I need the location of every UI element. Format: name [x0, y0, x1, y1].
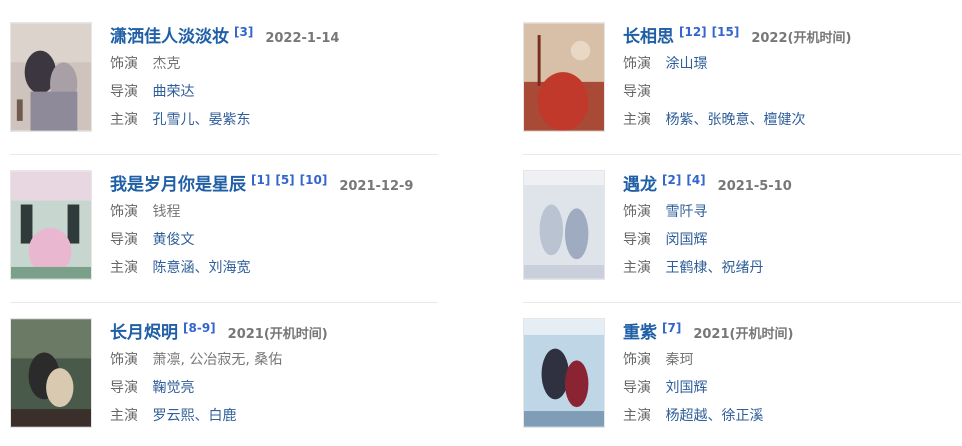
work-title[interactable]: 遇龙 [623, 170, 657, 195]
director-row: 导演 黄俊文 [110, 226, 450, 254]
director-label: 导演 [110, 232, 138, 248]
filmography-grid: 潇洒佳人淡淡妆 [3] 2022-1-14 饰演 杰克 导演 曲荣达 主演 孔雪… [0, 0, 962, 446]
director-label: 导演 [110, 380, 138, 396]
star-row: 主演 王鹤棣、祝绪丹 [623, 254, 962, 282]
citation-link[interactable]: [10] [300, 173, 328, 187]
poster-art [524, 171, 604, 279]
star-label: 主演 [623, 112, 651, 128]
divider [10, 302, 438, 303]
divider [10, 154, 438, 155]
poster-image[interactable] [10, 170, 92, 280]
director-row: 导演 刘国辉 [623, 374, 962, 402]
poster-image[interactable] [523, 318, 605, 428]
work-title[interactable]: 我是岁月你是星辰 [110, 170, 246, 195]
citation-link[interactable]: [1] [251, 173, 270, 187]
poster-art [524, 23, 604, 131]
role-value[interactable]: 涂山璟 [665, 56, 707, 72]
star-row: 主演 陈意涵、刘海宽 [110, 254, 450, 282]
director-value[interactable]: 刘国辉 [665, 380, 707, 396]
role-row: 饰演 钱程 [110, 198, 450, 226]
role-value: 钱程 [152, 204, 181, 220]
role-label: 饰演 [623, 56, 651, 72]
poster-art [11, 319, 91, 427]
poster-image[interactable] [523, 170, 605, 280]
director-row: 导演 鞠觉亮 [110, 374, 450, 402]
star-row: 主演 罗云熙、白鹿 [110, 402, 450, 430]
work-item: 遇龙 [2] [4] 2021-5-10 饰演 雪阡寻 导演 闵国辉 主演 王鹤… [523, 170, 962, 286]
director-value[interactable]: 黄俊文 [152, 232, 194, 248]
release-date: 2021(开机时间) [693, 327, 794, 342]
citation-link[interactable]: [12] [679, 25, 707, 39]
work-item: 长相思 [12] [15] 2022(开机时间) 饰演 涂山璟 导演 主演 杨紫… [523, 22, 962, 138]
work-title[interactable]: 重紫 [623, 318, 657, 343]
director-value[interactable]: 曲荣达 [152, 84, 194, 100]
star-value[interactable]: 杨紫、张晚意、檀健次 [665, 112, 805, 128]
work-item: 潇洒佳人淡淡妆 [3] 2022-1-14 饰演 杰克 导演 曲荣达 主演 孔雪… [10, 22, 450, 138]
director-label: 导演 [623, 232, 651, 248]
work-title[interactable]: 长相思 [623, 22, 674, 47]
director-row: 导演 [623, 78, 962, 106]
role-value[interactable]: 雪阡寻 [665, 204, 707, 220]
star-value[interactable]: 陈意涵、刘海宽 [152, 260, 250, 276]
citation-link[interactable]: [15] [712, 25, 740, 39]
star-row: 主演 杨超越、徐正溪 [623, 402, 962, 430]
citation-link[interactable]: [7] [662, 321, 681, 335]
release-date: 2022(开机时间) [751, 31, 852, 46]
release-date: 2021-12-9 [339, 179, 414, 194]
star-row: 主演 杨紫、张晚意、檀健次 [623, 106, 962, 134]
poster-image[interactable] [10, 22, 92, 132]
poster-image[interactable] [523, 22, 605, 132]
role-label: 饰演 [110, 56, 138, 72]
role-row: 饰演 萧凛, 公冶寂无, 桑佑 [110, 346, 450, 374]
poster-art [11, 171, 91, 279]
role-value: 萧凛, 公冶寂无, 桑佑 [152, 352, 283, 368]
poster-image[interactable] [10, 318, 92, 428]
release-date: 2022-1-14 [265, 31, 340, 46]
divider [523, 302, 961, 303]
work-title[interactable]: 长月烬明 [110, 318, 178, 343]
role-row: 饰演 雪阡寻 [623, 198, 962, 226]
work-title[interactable]: 潇洒佳人淡淡妆 [110, 22, 229, 47]
release-date: 2021(开机时间) [227, 327, 328, 342]
release-date: 2021-5-10 [717, 179, 792, 194]
work-item: 长月烬明 [8-9] 2021(开机时间) 饰演 萧凛, 公冶寂无, 桑佑 导演… [10, 318, 450, 434]
director-row: 导演 闵国辉 [623, 226, 962, 254]
star-value[interactable]: 罗云熙、白鹿 [152, 408, 236, 424]
star-label: 主演 [110, 112, 138, 128]
citation-link[interactable]: [5] [275, 173, 294, 187]
star-value[interactable]: 杨超越、徐正溪 [665, 408, 763, 424]
poster-art [11, 23, 91, 131]
star-value[interactable]: 王鹤棣、祝绪丹 [665, 260, 763, 276]
work-item: 我是岁月你是星辰 [1] [5] [10] 2021-12-9 饰演 钱程 导演… [10, 170, 450, 286]
role-row: 饰演 涂山璟 [623, 50, 962, 78]
role-value: 秦珂 [665, 352, 694, 368]
role-row: 饰演 杰克 [110, 50, 450, 78]
role-label: 饰演 [623, 352, 651, 368]
role-row: 饰演 秦珂 [623, 346, 962, 374]
role-label: 饰演 [623, 204, 651, 220]
star-label: 主演 [623, 408, 651, 424]
star-row: 主演 孔雪儿、晏紫东 [110, 106, 450, 134]
citation-link[interactable]: [2] [662, 173, 681, 187]
star-label: 主演 [110, 408, 138, 424]
director-label: 导演 [623, 84, 651, 100]
director-value[interactable]: 鞠觉亮 [152, 380, 194, 396]
poster-art [524, 319, 604, 427]
divider [523, 154, 961, 155]
citation-link[interactable]: [8-9] [183, 321, 216, 335]
director-label: 导演 [110, 84, 138, 100]
director-label: 导演 [623, 380, 651, 396]
star-value[interactable]: 孔雪儿、晏紫东 [152, 112, 250, 128]
director-row: 导演 曲荣达 [110, 78, 450, 106]
star-label: 主演 [623, 260, 651, 276]
role-label: 饰演 [110, 204, 138, 220]
citation-link[interactable]: [3] [234, 25, 253, 39]
work-item: 重紫 [7] 2021(开机时间) 饰演 秦珂 导演 刘国辉 主演 杨超越、徐正… [523, 318, 962, 434]
star-label: 主演 [110, 260, 138, 276]
role-value: 杰克 [152, 56, 181, 72]
citation-link[interactable]: [4] [686, 173, 705, 187]
role-label: 饰演 [110, 352, 138, 368]
director-value[interactable]: 闵国辉 [665, 232, 707, 248]
